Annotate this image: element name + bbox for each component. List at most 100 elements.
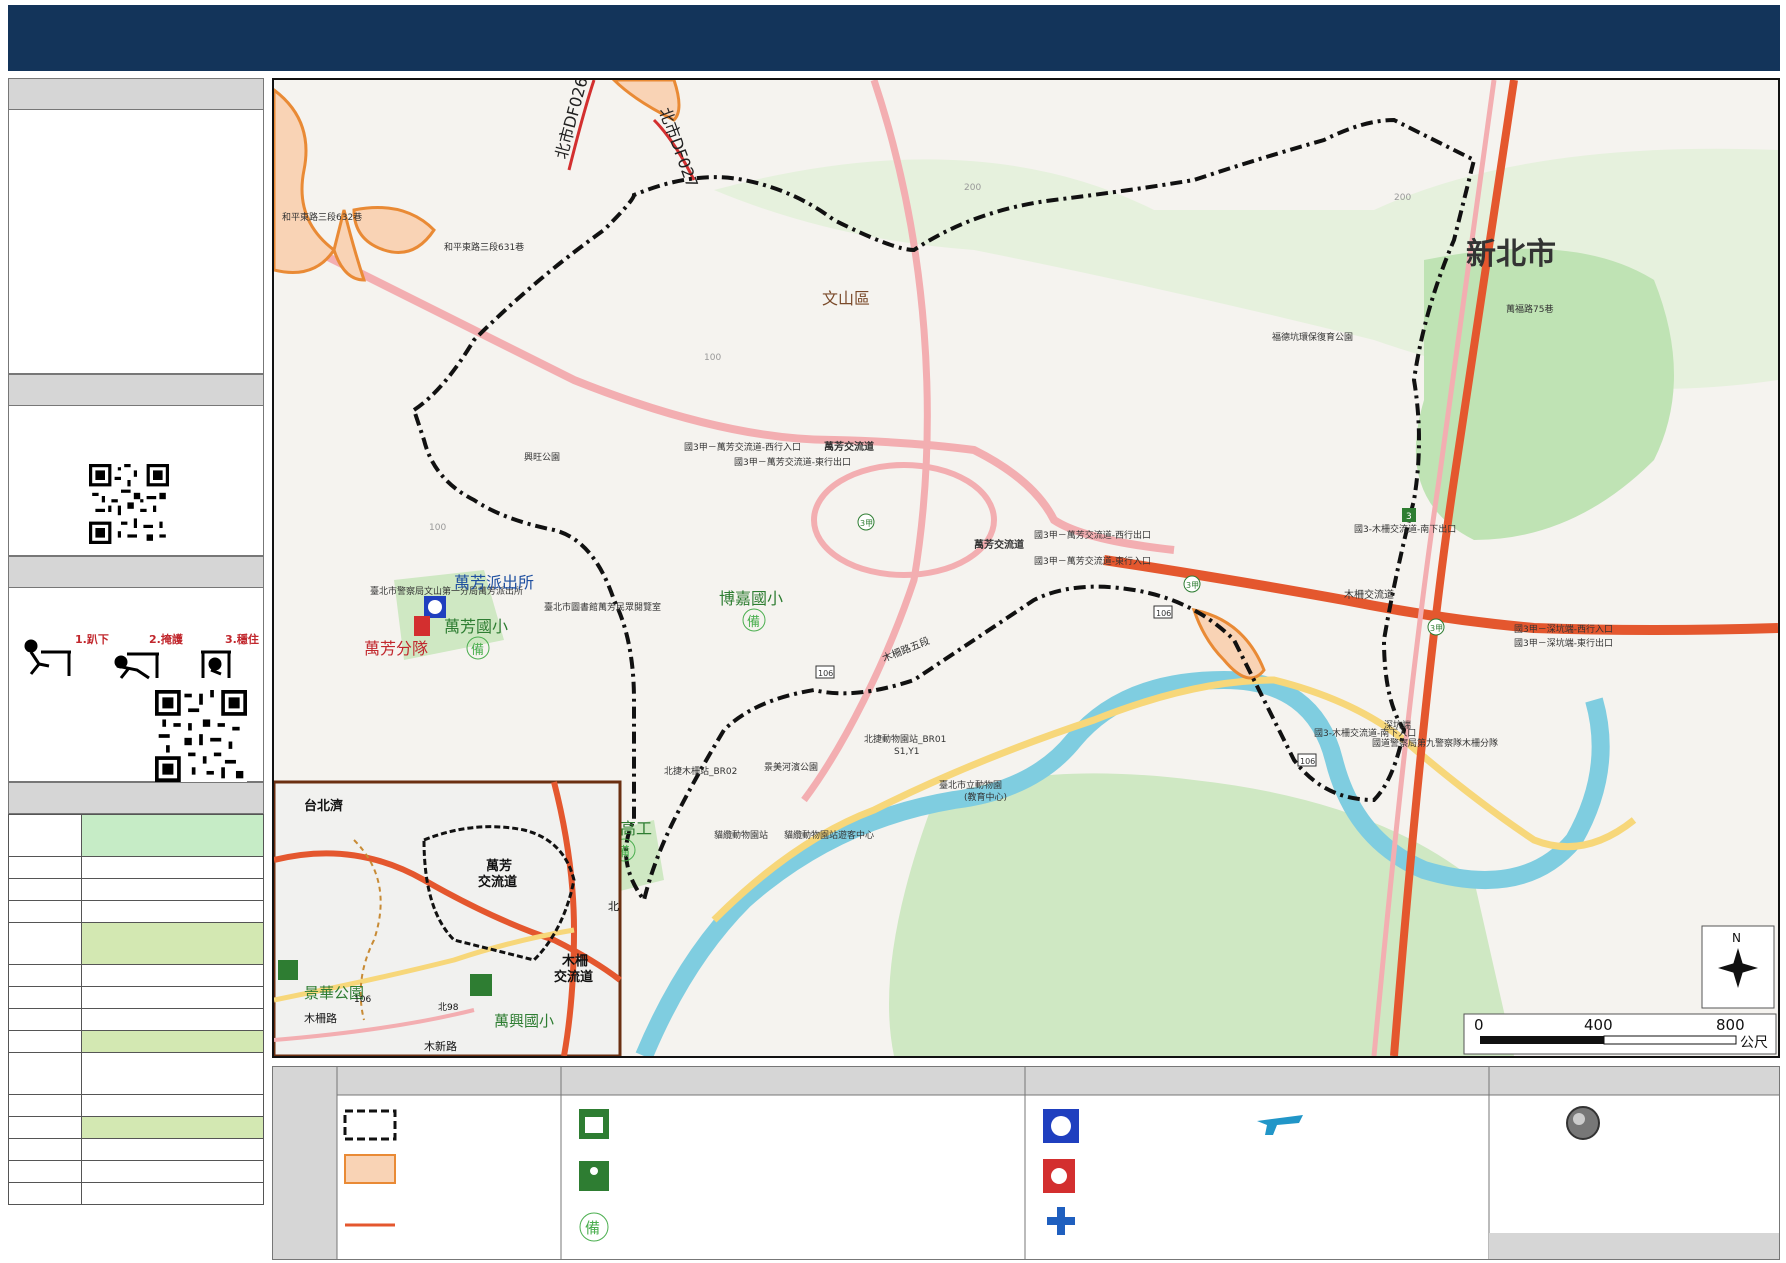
place-label: 貓纜動物園站: [714, 829, 768, 841]
svg-text:106: 106: [1300, 757, 1315, 766]
hold-figure-icon: [201, 650, 231, 678]
drill-step-1: 1.趴下: [75, 633, 109, 646]
svg-text:N: N: [1732, 931, 1741, 945]
road-label: 國3甲－深坑端-西行入口: [1514, 623, 1613, 635]
place-label: 臺北市圖書館萬芳民眾閱覽室: [544, 601, 661, 613]
section-body-3: 1.趴下 2.掩護 3.穩住: [8, 588, 264, 782]
place-label: (教育中心): [964, 791, 1007, 803]
debris-zone-1: [274, 88, 337, 274]
table-cell-highlight: [81, 1030, 264, 1053]
map-canvas[interactable]: 文山區 新北市 北市DF026 北市DF027 國3甲－萬芳交流道-西行入口 國…: [274, 80, 1778, 1056]
table-cell: [8, 1138, 82, 1161]
inset-label: 木柵: [561, 953, 588, 969]
freeway-light: [274, 226, 1175, 554]
table-cell-highlight: [81, 814, 264, 857]
inset-label: 交流道: [478, 874, 517, 890]
table-cell: [8, 1094, 82, 1117]
route-shield: 106: [1297, 753, 1317, 767]
fire-station-icon[interactable]: [414, 616, 430, 636]
table-cell: [8, 1160, 82, 1183]
contour-label: 100: [704, 353, 721, 363]
svg-text:備: 備: [585, 1219, 600, 1237]
svg-text:3: 3: [1406, 512, 1412, 522]
qr-code-2[interactable]: [155, 690, 247, 782]
place-label: 福德坑環保復育公園: [1272, 331, 1353, 343]
district-label: 文山區: [822, 289, 870, 308]
place-label: 北捷木柵站_BR02: [664, 765, 737, 777]
road-label: 國3甲－萬芳交流道-西行出口: [1034, 529, 1151, 541]
table-cell: [8, 1008, 82, 1031]
inset-label: 交流道: [554, 969, 593, 985]
table-cell: [8, 922, 82, 965]
place-label: 興旺公園: [524, 452, 560, 463]
drop-figure-icon: [24, 639, 71, 676]
debris-label-1: 北市DF026: [552, 80, 592, 161]
inset-label: 木柵路: [304, 1011, 337, 1025]
title-bar: [8, 5, 1780, 71]
table-cell: [8, 814, 82, 857]
main-map[interactable]: 文山區 新北市 北市DF026 北市DF027 國3甲－萬芳交流道-西行入口 國…: [272, 78, 1780, 1058]
qr-code-1[interactable]: [89, 464, 169, 544]
place-label: 貓纜動物園站遊客中心: [784, 829, 874, 841]
debris-label-2: 北市DF027: [655, 105, 702, 191]
table-cell-highlight: [81, 1116, 264, 1139]
table-cell: [8, 1182, 82, 1205]
table-cell: [8, 986, 82, 1009]
drill-step-2: 2.掩護: [149, 632, 184, 646]
place-label: S1,Y1: [894, 747, 920, 757]
police-station-icon[interactable]: [424, 596, 446, 618]
debris-zone-2: [352, 206, 436, 254]
inset-label: 106: [354, 995, 371, 1005]
shelter-park-icon: [278, 960, 298, 980]
section-body-2: [8, 406, 264, 556]
table-cell: [8, 1052, 82, 1095]
table-cell: [8, 964, 82, 987]
interchange-loop: [811, 462, 997, 578]
svg-text:106: 106: [818, 669, 833, 678]
route-shield: 3甲: [1183, 575, 1201, 593]
contour-label: 100: [429, 523, 446, 533]
table-cell: [81, 1182, 264, 1205]
inset-label: 萬興國小: [494, 1012, 554, 1030]
place-label: 臺北市立動物園: [939, 779, 1002, 791]
road-label: 萬芳交流道: [824, 440, 874, 453]
info-sidebar: 1.趴下 2.掩護 3.穩住: [8, 78, 264, 1258]
standby-mark: 備: [471, 642, 484, 658]
standby-mark: 備: [747, 614, 760, 630]
boundary-symbol-icon: [343, 1109, 397, 1141]
road-label: 國3甲－萬芳交流道-西行入口: [684, 441, 801, 453]
road-label: 國3-木柵交流道-南下出口: [1354, 523, 1456, 535]
place-label: 北捷動物園站_BR01: [864, 733, 946, 745]
inset-map[interactable]: 台北濟 萬芳 交流道 木柵 交流道 景華公園 萬興國小 木柵路 木新路 北98 …: [274, 780, 622, 1056]
debris-zone-4: [1191, 608, 1266, 680]
inset-label: 北: [608, 900, 619, 913]
outdoor-shelter-icon: [579, 1161, 609, 1191]
svg-text:3甲: 3甲: [860, 519, 873, 528]
legend-canvas: 備: [273, 1067, 1779, 1259]
inset-label: 木新路: [424, 1039, 457, 1053]
svg-text:3甲: 3甲: [1186, 581, 1199, 590]
school-label: 博嘉國小: [719, 589, 783, 608]
route-shield: 3: [1402, 508, 1416, 522]
table-cell: [81, 1160, 264, 1183]
fire-station-label: 萬芳分隊: [364, 639, 428, 658]
table-cell: [81, 856, 264, 879]
svg-text:800: 800: [1716, 1016, 1745, 1034]
road-label: 國3甲－深坑端-東行出口: [1514, 637, 1613, 649]
cover-figure-icon: [114, 652, 159, 680]
map-legend: 備: [272, 1066, 1780, 1260]
section-header-2: [8, 374, 264, 406]
table-cell: [81, 986, 264, 1009]
route-shield: 3甲: [1427, 618, 1445, 636]
info-table: [8, 814, 264, 1205]
route-shield: 106: [815, 665, 835, 679]
section-header-4: [8, 782, 264, 814]
place-label: 國道警察局第九警察隊木柵分隊: [1372, 737, 1498, 749]
road-label: 國3甲－萬芳交流道-東行入口: [1034, 555, 1151, 567]
section-header-1: [8, 78, 264, 110]
road-label: 國3甲－萬芳交流道-東行出口: [734, 456, 851, 468]
debris-zone-symbol-icon: [344, 1154, 396, 1184]
svg-text:400: 400: [1584, 1016, 1613, 1034]
section-body-1: [8, 110, 264, 374]
table-cell: [81, 1138, 264, 1161]
